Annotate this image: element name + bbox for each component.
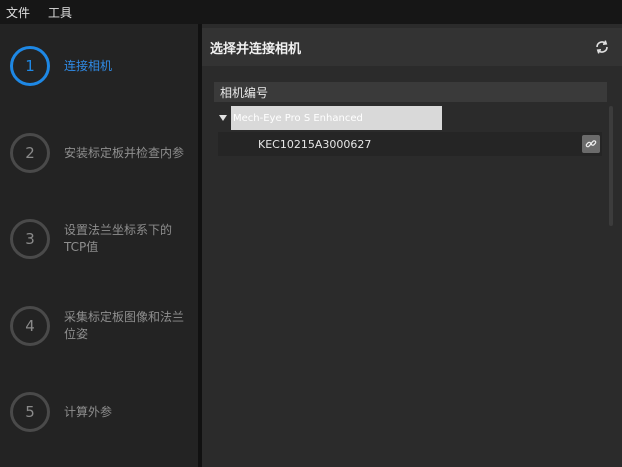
step-number-badge: 4 <box>10 306 50 346</box>
camera-list: 相机编号 Mech-Eye Pro S Enhanced KEC10215A30… <box>214 76 613 467</box>
step-sidebar: 1 连接相机 2 安装标定板并检查内参 3 设置法兰坐标系下的 TCP值 4 采… <box>0 24 198 467</box>
step-label: 采集标定板图像和法兰 位姿 <box>64 310 185 341</box>
step-label: 设置法兰坐标系下的 TCP值 <box>64 223 173 254</box>
step-number-badge: 1 <box>10 46 50 86</box>
step-connect-camera[interactable]: 1 连接相机 <box>10 46 195 86</box>
step-compute-extrinsics[interactable]: 5 计算外参 <box>10 392 195 432</box>
step-number-badge: 2 <box>10 133 50 173</box>
link-icon[interactable] <box>582 135 600 153</box>
step-capture-images[interactable]: 4 采集标定板图像和法兰 位姿 <box>10 306 195 346</box>
menu-file[interactable]: 文件 <box>6 4 30 21</box>
step-label: 计算外参 <box>64 404 113 419</box>
panel-header: 选择并连接相机 <box>202 28 622 66</box>
expand-triangle-icon[interactable] <box>219 115 227 121</box>
camera-group-row[interactable]: Mech-Eye Pro S Enhanced <box>214 106 607 130</box>
menu-bar: 文件 工具 <box>0 0 622 24</box>
step-number-badge: 5 <box>10 392 50 432</box>
refresh-icon[interactable] <box>594 39 610 55</box>
panel-title: 选择并连接相机 <box>210 41 302 57</box>
camera-group-name: Mech-Eye Pro S Enhanced <box>231 106 442 130</box>
camera-serial: KEC10215A3000627 <box>258 137 372 151</box>
menu-tools[interactable]: 工具 <box>48 4 72 21</box>
step-label: 连接相机 <box>64 58 113 73</box>
camera-panel: 选择并连接相机 相机编号 Mech-Eye Pro S Enhanced KEC… <box>202 24 622 467</box>
step-set-tcp[interactable]: 3 设置法兰坐标系下的 TCP值 <box>10 219 195 259</box>
list-scrollbar[interactable] <box>609 106 613 226</box>
step-install-board[interactable]: 2 安装标定板并检查内参 <box>10 133 195 173</box>
camera-device-row[interactable]: KEC10215A3000627 <box>218 132 602 156</box>
step-label: 安装标定板并检查内参 <box>64 145 185 160</box>
column-header: 相机编号 <box>214 82 607 102</box>
step-number-badge: 3 <box>10 219 50 259</box>
